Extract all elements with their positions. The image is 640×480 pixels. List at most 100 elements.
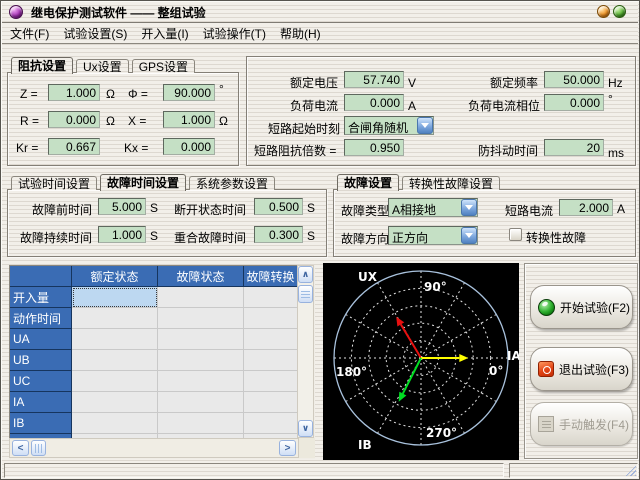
menu-file[interactable]: 文件(F): [10, 25, 49, 42]
column-header-convert[interactable]: 故障转换: [244, 266, 297, 287]
scroll-left-button[interactable]: <: [12, 440, 29, 456]
load-current-label: 负荷电流: [290, 97, 338, 114]
tab-system-params[interactable]: 系统参数设置: [189, 176, 275, 190]
row-header[interactable]: 开入量: [10, 287, 72, 308]
rated-freq-field[interactable]: 50.000: [544, 71, 604, 88]
table-cell[interactable]: [244, 350, 297, 371]
short-start-select[interactable]: 合闸角随机: [344, 116, 434, 135]
horizontal-scrollbar[interactable]: < >: [9, 438, 299, 458]
table-cell[interactable]: [244, 308, 297, 329]
start-test-button[interactable]: 开始试验(F2): [530, 285, 633, 329]
convert-fault-checkbox[interactable]: [509, 228, 522, 241]
table-cell[interactable]: [72, 308, 158, 329]
load-phase-field[interactable]: 0.000: [544, 94, 604, 111]
short-current-field[interactable]: 2.000: [559, 199, 613, 216]
table-cell[interactable]: [158, 350, 244, 371]
scroll-up-button[interactable]: ∧: [298, 266, 313, 283]
kx-field[interactable]: 0.000: [163, 138, 215, 155]
vector-diagram: UX 90° 180° 0° 270° IA IB: [323, 263, 519, 460]
table-cell[interactable]: [158, 308, 244, 329]
tab-impedance-settings[interactable]: 阻抗设置: [11, 57, 73, 74]
menu-test-settings[interactable]: 试验设置(S): [63, 25, 127, 42]
table-cell[interactable]: [72, 371, 158, 392]
rating-panel: 额定电压 57.740 V 额定频率 50.000 Hz 负荷电流 0.000 …: [246, 56, 636, 166]
rated-voltage-field[interactable]: 57.740: [344, 71, 404, 88]
column-header-state[interactable]: 额定状态: [72, 266, 158, 287]
title-bar[interactable]: 继电保护测试软件 —— 整组试验: [2, 2, 638, 23]
z-field[interactable]: 1.000: [48, 84, 100, 101]
table-cell[interactable]: [158, 287, 244, 308]
menu-help[interactable]: 帮助(H): [280, 25, 321, 42]
table-cell[interactable]: [72, 350, 158, 371]
tab-test-time[interactable]: 试验时间设置: [11, 176, 97, 190]
chevron-down-icon[interactable]: [461, 199, 477, 216]
row-header[interactable]: 动作时间: [10, 308, 72, 329]
table-cell[interactable]: [158, 329, 244, 350]
horizontal-scroll-thumb[interactable]: [31, 440, 46, 456]
reclose-field[interactable]: 0.300: [254, 226, 303, 243]
minimize-button[interactable]: [597, 5, 610, 18]
row-header[interactable]: UB: [10, 350, 72, 371]
row-header[interactable]: UA: [10, 329, 72, 350]
tab-ux-settings[interactable]: Ux设置: [76, 59, 129, 73]
table-cell[interactable]: [72, 413, 158, 434]
menu-test-operation[interactable]: 试验操作(T): [203, 25, 266, 42]
debounce-field[interactable]: 20: [544, 139, 604, 156]
chevron-down-icon[interactable]: [461, 227, 477, 244]
scroll-down-button[interactable]: ∨: [298, 420, 313, 437]
tab-fault-time[interactable]: 故障时间设置: [100, 174, 186, 191]
table-cell[interactable]: [72, 329, 158, 350]
table-cell[interactable]: [244, 371, 297, 392]
prefault-field[interactable]: 5.000: [98, 198, 146, 215]
fault-type-select[interactable]: A相接地: [388, 198, 478, 217]
kr-field[interactable]: 0.667: [48, 138, 100, 155]
table-cell[interactable]: [158, 413, 244, 434]
resize-grip-icon[interactable]: [623, 463, 636, 476]
tab-convert-fault-settings[interactable]: 转换性故障设置: [402, 176, 500, 190]
scroll-right-button[interactable]: >: [279, 440, 296, 456]
phi-field[interactable]: 90.000: [163, 84, 215, 101]
app-window: 继电保护测试软件 —— 整组试验 文件(F) 试验设置(S) 开入量(I) 试验…: [0, 0, 640, 480]
vertical-scroll-thumb[interactable]: [298, 285, 313, 303]
fault-direction-select[interactable]: 正方向: [388, 226, 478, 245]
tab-fault-settings[interactable]: 故障设置: [337, 174, 399, 191]
table-cell[interactable]: [244, 392, 297, 413]
open-state-label: 断开状态时间: [174, 201, 246, 218]
tab-gps-settings[interactable]: GPS设置: [132, 59, 195, 73]
table-cell[interactable]: [158, 392, 244, 413]
reclose-unit: S: [307, 229, 315, 243]
row-header[interactable]: IB: [10, 413, 72, 434]
window-title: 继电保护测试软件 —— 整组试验: [31, 4, 206, 21]
open-state-field[interactable]: 0.500: [254, 198, 303, 215]
close-button[interactable]: [613, 5, 626, 18]
menu-input-quantity[interactable]: 开入量(I): [141, 25, 188, 42]
column-header-fault[interactable]: 故障状态: [158, 266, 244, 287]
chevron-down-icon[interactable]: [417, 117, 433, 134]
exit-test-button[interactable]: 退出试验(F3): [530, 347, 633, 391]
table-cell[interactable]: [244, 287, 297, 308]
debounce-unit: ms: [608, 146, 624, 160]
left-arrow-icon: <: [18, 443, 24, 454]
row-header[interactable]: IA: [10, 392, 72, 413]
fault-tabstrip: 故障设置 转换性故障设置: [337, 173, 500, 190]
vertical-scrollbar[interactable]: ∧ ∨: [297, 265, 314, 438]
r-field[interactable]: 0.000: [48, 111, 100, 128]
load-current-field[interactable]: 0.000: [344, 94, 404, 111]
short-current-label: 短路电流: [505, 202, 553, 219]
table-cell[interactable]: [244, 413, 297, 434]
table-cell[interactable]: [72, 392, 158, 413]
table-cell[interactable]: [244, 329, 297, 350]
short-current-unit: A: [617, 202, 625, 216]
corner-cell: [10, 266, 72, 287]
rated-voltage-unit: V: [408, 76, 416, 90]
row-header[interactable]: UC: [10, 371, 72, 392]
r-label: R =: [20, 114, 39, 128]
fault-duration-field[interactable]: 1.000: [98, 226, 146, 243]
x-label: X =: [128, 114, 146, 128]
exit-test-label: 退出试验(F3): [559, 361, 629, 378]
x-field[interactable]: 1.000: [163, 111, 215, 128]
impedance-multiple-field[interactable]: 0.950: [344, 139, 404, 156]
results-table: 额定状态 故障状态 故障转换 开入量 动作时间 UA: [9, 265, 315, 459]
table-cell-selected[interactable]: [72, 287, 158, 308]
table-cell[interactable]: [158, 371, 244, 392]
